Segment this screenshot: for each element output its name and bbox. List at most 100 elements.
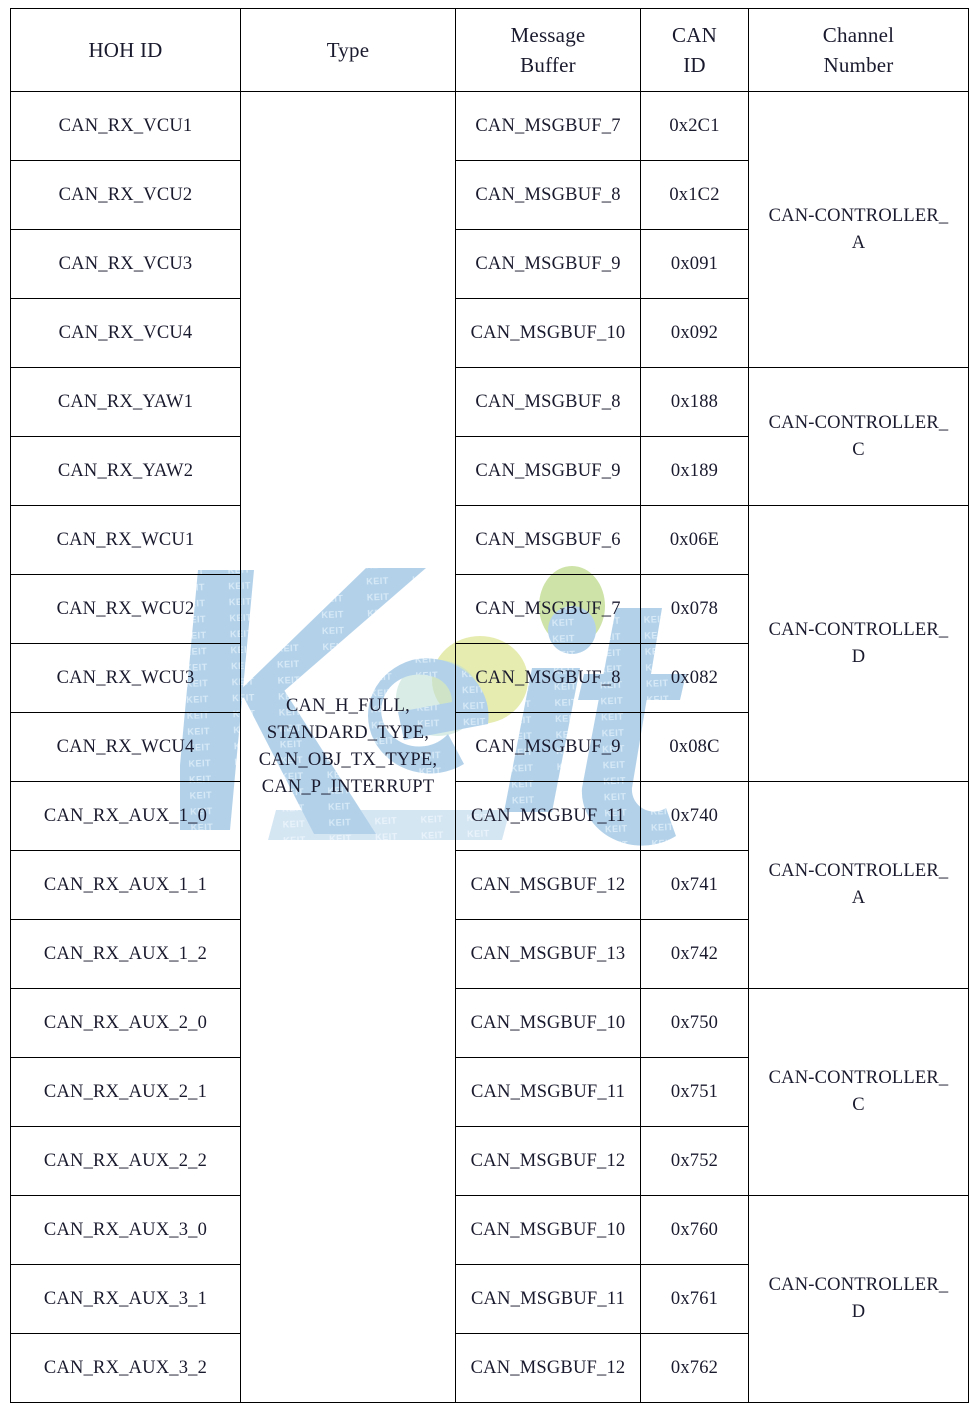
cell-channel-number-line-1: CAN-CONTROLLER_ <box>768 1275 949 1296</box>
cell-message-buffer: CAN_MSGBUF_10 <box>455 988 641 1058</box>
table-page: KEIT <box>0 0 980 1403</box>
cell-message-buffer: CAN_MSGBUF_7 <box>455 574 641 644</box>
cell-hoh-id: CAN_RX_AUX_2_2 <box>10 1126 241 1196</box>
cell-channel-number: CAN-CONTROLLER_ A <box>748 91 969 368</box>
cell-type-line-4: CAN_P_INTERRUPT <box>261 776 435 797</box>
cell-message-buffer: CAN_MSGBUF_6 <box>455 505 641 575</box>
header-row: HOH ID Type Message Buffer CAN ID Channe… <box>10 8 969 92</box>
cell-hoh-id: CAN_RX_VCU3 <box>10 229 241 299</box>
cell-message-buffer: CAN_MSGBUF_11 <box>455 781 641 851</box>
cell-message-buffer: CAN_MSGBUF_10 <box>455 298 641 368</box>
header-can-id-line-1: CAN <box>672 22 717 47</box>
cell-channel-number-line-2: A <box>851 232 866 253</box>
table-row: CAN_RX_AUX_3_0 CAN_MSGBUF_10 0x760 CAN-CONT… <box>10 1195 969 1403</box>
header-can-id-line-2: ID <box>683 53 706 77</box>
header-hoh-id-line-1: HOH ID <box>88 37 163 62</box>
header-channel-number-line-1: Channel <box>822 22 895 47</box>
table-body: CAN_RX_VCU1 CAN_H_FULL, STANDARD_TYPE, CAN_… <box>10 91 969 1403</box>
cell-hoh-id: CAN_RX_VCU2 <box>10 160 241 230</box>
cell-hoh-id: CAN_RX_WCU1 <box>10 505 241 575</box>
cell-can-id: 0x091 <box>640 229 749 299</box>
header-can-id: CAN ID <box>640 8 749 92</box>
cell-type-line-2: STANDARD_TYPE, <box>266 723 430 744</box>
cell-can-id: 0x078 <box>640 574 749 644</box>
cell-can-id: 0x752 <box>640 1126 749 1196</box>
cell-channel-number: CAN-CONTROLLER_ D <box>748 1195 969 1403</box>
cell-can-id: 0x750 <box>640 988 749 1058</box>
cell-hoh-id: CAN_RX_AUX_3_1 <box>10 1264 241 1334</box>
cell-message-buffer: CAN_MSGBUF_9 <box>455 712 641 782</box>
cell-hoh-id: CAN_RX_AUX_1_2 <box>10 919 241 989</box>
cell-channel-number-line-1: CAN-CONTROLLER_ <box>768 1068 949 1089</box>
cell-can-id: 0x06E <box>640 505 749 575</box>
cell-hoh-id: CAN_RX_AUX_3_2 <box>10 1333 241 1403</box>
cell-message-buffer: CAN_MSGBUF_12 <box>455 1333 641 1403</box>
cell-channel-number-line-1: CAN-CONTROLLER_ <box>768 412 949 433</box>
table-row: CAN_RX_AUX_2_0 CAN_MSGBUF_10 0x750 CAN-CONT… <box>10 988 969 1196</box>
cell-message-buffer: CAN_MSGBUF_8 <box>455 160 641 230</box>
cell-channel-number: CAN-CONTROLLER_ D <box>748 505 969 782</box>
cell-can-id: 0x740 <box>640 781 749 851</box>
cell-can-id: 0x092 <box>640 298 749 368</box>
cell-can-id: 0x188 <box>640 367 749 437</box>
header-hoh-id: HOH ID <box>10 8 241 92</box>
header-channel-number-line-2: Number <box>823 53 894 77</box>
cell-channel-number: CAN-CONTROLLER_ C <box>748 367 969 506</box>
cell-can-id: 0x2C1 <box>640 91 749 161</box>
cell-channel-number-line-2: D <box>851 646 866 667</box>
cell-message-buffer: CAN_MSGBUF_12 <box>455 1126 641 1196</box>
cell-channel-number-line-1: CAN-CONTROLLER_ <box>768 619 949 640</box>
header-type-line-1: Type <box>326 37 370 62</box>
header-channel-number: Channel Number <box>748 8 969 92</box>
cell-can-id: 0x082 <box>640 643 749 713</box>
cell-hoh-id: CAN_RX_WCU3 <box>10 643 241 713</box>
cell-message-buffer: CAN_MSGBUF_13 <box>455 919 641 989</box>
cell-message-buffer: CAN_MSGBUF_10 <box>455 1195 641 1265</box>
cell-message-buffer: CAN_MSGBUF_7 <box>455 91 641 161</box>
can-hoh-table: HOH ID Type Message Buffer CAN ID Channe… <box>10 8 969 1403</box>
cell-message-buffer: CAN_MSGBUF_9 <box>455 229 641 299</box>
cell-type-line-3: CAN_OBJ_TX_TYPE, <box>258 750 438 770</box>
cell-channel-number: CAN-CONTROLLER_ A <box>748 781 969 989</box>
cell-hoh-id: CAN_RX_AUX_1_1 <box>10 850 241 920</box>
cell-can-id: 0x189 <box>640 436 749 506</box>
cell-hoh-id: CAN_RX_WCU2 <box>10 574 241 644</box>
cell-can-id: 0x1C2 <box>640 160 749 230</box>
cell-channel-number-line-1: CAN-CONTROLLER_ <box>768 205 949 226</box>
cell-can-id: 0x741 <box>640 850 749 920</box>
cell-hoh-id: CAN_RX_AUX_2_0 <box>10 988 241 1058</box>
cell-type-line-1: CAN_H_FULL, <box>286 696 410 717</box>
cell-channel-number: CAN-CONTROLLER_ C <box>748 988 969 1196</box>
cell-can-id: 0x762 <box>640 1333 749 1403</box>
cell-type: CAN_H_FULL, STANDARD_TYPE, CAN_OBJ_TX_TYPE… <box>240 91 456 1403</box>
cell-channel-number-line-2: C <box>852 439 865 460</box>
cell-message-buffer: CAN_MSGBUF_8 <box>455 367 641 437</box>
cell-channel-number-line-1: CAN-CONTROLLER_ <box>768 861 949 882</box>
table-row: CAN_RX_YAW1 CAN_MSGBUF_8 0x188 CAN-CONTROLL… <box>10 367 969 506</box>
can-hoh-table-container: HOH ID Type Message Buffer CAN ID Channe… <box>10 8 969 1403</box>
table-row: CAN_RX_VCU1 CAN_H_FULL, STANDARD_TYPE, CAN_… <box>10 91 969 1403</box>
cell-message-buffer: CAN_MSGBUF_11 <box>455 1057 641 1127</box>
cell-hoh-id: CAN_RX_YAW1 <box>10 367 241 437</box>
cell-channel-number-line-2: D <box>851 1302 866 1322</box>
cell-hoh-id: CAN_RX_YAW2 <box>10 436 241 506</box>
cell-can-id: 0x751 <box>640 1057 749 1127</box>
cell-can-id: 0x742 <box>640 919 749 989</box>
cell-message-buffer: CAN_MSGBUF_12 <box>455 850 641 920</box>
header-message-buffer: Message Buffer <box>455 8 641 92</box>
cell-hoh-id: CAN_RX_WCU4 <box>10 712 241 782</box>
cell-message-buffer: CAN_MSGBUF_11 <box>455 1264 641 1334</box>
cell-can-id: 0x760 <box>640 1195 749 1265</box>
table-row: CAN_RX_AUX_1_0 CAN_MSGBUF_11 0x740 CAN-CONT… <box>10 781 969 989</box>
cell-message-buffer: CAN_MSGBUF_8 <box>455 643 641 713</box>
header-type: Type <box>240 8 456 92</box>
header-message-buffer-line-2: Buffer <box>520 53 576 77</box>
cell-hoh-id: CAN_RX_VCU4 <box>10 298 241 368</box>
table-row: CAN_RX_WCU1 CAN_MSGBUF_6 0x06E CAN-CONTROLL… <box>10 505 969 782</box>
cell-hoh-id: CAN_RX_AUX_2_1 <box>10 1057 241 1127</box>
cell-can-id: 0x08C <box>640 712 749 782</box>
table-header: HOH ID Type Message Buffer CAN ID Channe… <box>10 8 969 92</box>
cell-hoh-id: CAN_RX_AUX_3_0 <box>10 1195 241 1265</box>
cell-channel-number-line-2: C <box>852 1095 865 1115</box>
cell-channel-number-line-2: A <box>851 888 866 908</box>
